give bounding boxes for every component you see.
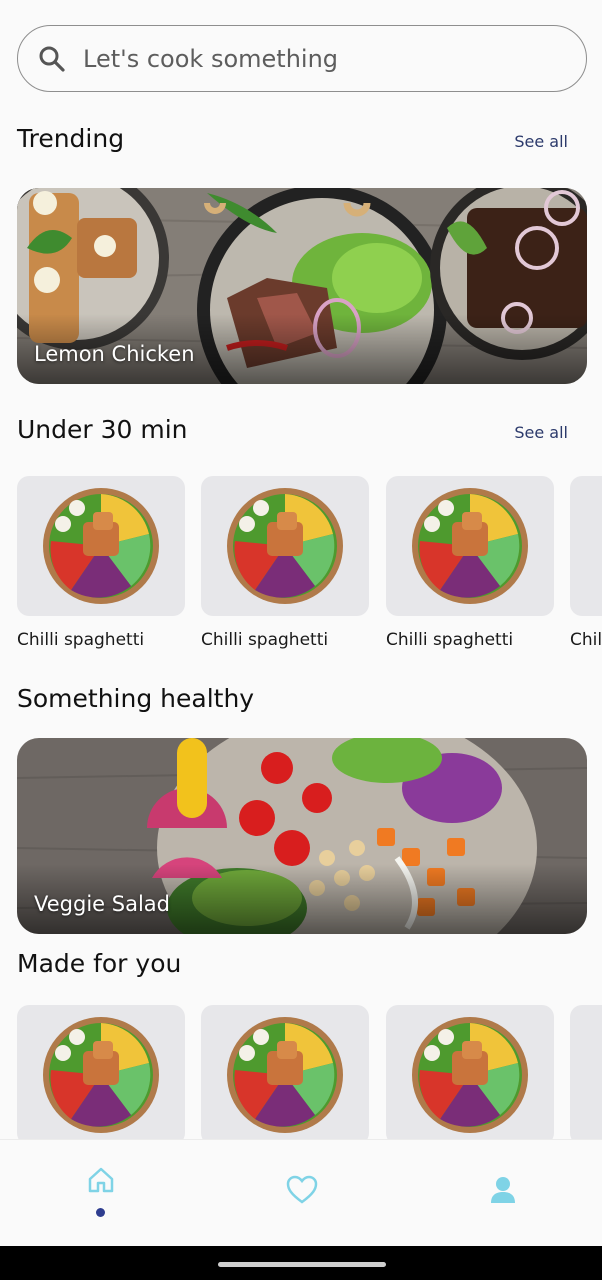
made-for-you-card-row bbox=[17, 1005, 602, 1139]
bowl-image bbox=[570, 1005, 602, 1139]
under30-card-row: Chilli spaghetti Chilli spaghetti Chilli… bbox=[17, 476, 602, 676]
trending-see-all-link[interactable]: See all bbox=[514, 132, 568, 151]
recipe-card[interactable]: Chilli spaghetti bbox=[17, 476, 185, 650]
recipe-card[interactable]: Chilli spaghetti bbox=[570, 476, 602, 650]
recipe-card[interactable]: Chilli spaghetti bbox=[201, 476, 369, 650]
recipe-card[interactable] bbox=[386, 1005, 554, 1139]
home-icon bbox=[88, 1167, 114, 1193]
recipe-card[interactable] bbox=[17, 1005, 185, 1139]
search-bar[interactable] bbox=[17, 25, 587, 92]
recipe-name: Chilli spaghetti bbox=[386, 630, 514, 650]
trending-hero-card[interactable]: Lemon Chicken bbox=[17, 188, 587, 384]
bowl-image bbox=[570, 476, 602, 616]
bowl-image bbox=[17, 1005, 185, 1139]
healthy-hero-card[interactable]: Veggie Salad bbox=[17, 738, 587, 934]
under30-see-all-link[interactable]: See all bbox=[514, 423, 568, 442]
bowl-image bbox=[386, 476, 554, 616]
healthy-hero-caption: Veggie Salad bbox=[34, 892, 170, 916]
under30-title: Under 30 min bbox=[17, 415, 188, 444]
trending-hero-caption: Lemon Chicken bbox=[34, 342, 195, 366]
profile-icon bbox=[491, 1177, 515, 1203]
recipe-card[interactable]: Chilli spaghetti bbox=[386, 476, 554, 650]
nav-favorites[interactable] bbox=[282, 1170, 322, 1210]
recipe-card[interactable] bbox=[201, 1005, 369, 1139]
search-icon bbox=[37, 44, 67, 74]
bowl-image bbox=[201, 1005, 369, 1139]
bowl-image bbox=[201, 476, 369, 616]
heart-icon bbox=[286, 1175, 318, 1204]
search-input[interactable] bbox=[83, 44, 586, 73]
gesture-handle[interactable] bbox=[218, 1262, 386, 1267]
recipe-name: Chilli spaghetti bbox=[201, 630, 329, 650]
system-navigation-bar bbox=[0, 1246, 602, 1280]
nav-profile[interactable] bbox=[483, 1170, 523, 1210]
healthy-title: Something healthy bbox=[17, 684, 255, 713]
recipe-name: Chilli spaghetti bbox=[570, 630, 602, 650]
bowl-image bbox=[386, 1005, 554, 1139]
active-indicator-dot bbox=[96, 1208, 105, 1217]
recipe-name: Chilli spaghetti bbox=[17, 630, 145, 650]
bottom-nav bbox=[0, 1139, 602, 1246]
made-for-you-title: Made for you bbox=[17, 949, 182, 978]
nav-home[interactable] bbox=[81, 1160, 121, 1200]
bowl-image bbox=[17, 476, 185, 616]
trending-title: Trending bbox=[17, 124, 125, 153]
recipe-card[interactable] bbox=[570, 1005, 602, 1139]
